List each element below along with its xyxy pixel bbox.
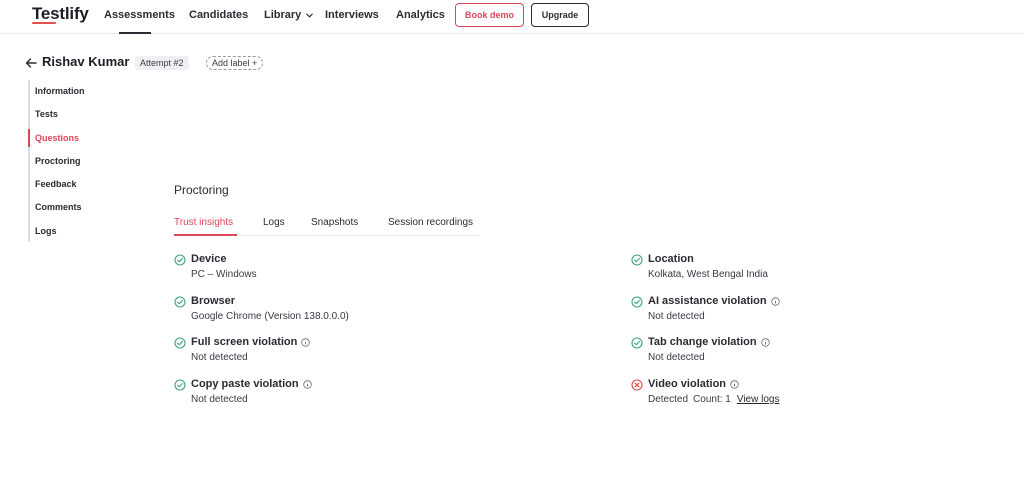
tab-active-indicator xyxy=(174,234,237,236)
logo-underline xyxy=(32,22,56,24)
side-menu-track xyxy=(28,80,30,242)
info-icon[interactable] xyxy=(770,296,780,306)
info-icon[interactable] xyxy=(302,379,312,389)
nav-library[interactable]: Library xyxy=(264,9,314,21)
insight-title-row: Video violation xyxy=(648,378,739,390)
add-label-button[interactable]: Add label + xyxy=(206,56,264,70)
insight-value: Not detected xyxy=(648,311,705,322)
insight-title: AI assistance violation xyxy=(648,295,767,307)
candidate-name: Rishav Kumar xyxy=(42,54,130,69)
violation-count: Count: 1 xyxy=(693,394,731,405)
insight-title-row: AI assistance violation xyxy=(648,295,780,307)
check-circle-icon xyxy=(174,254,186,266)
tab-trust-insights[interactable]: Trust insights xyxy=(174,217,233,228)
tab-snapshots[interactable]: Snapshots xyxy=(311,217,358,228)
insight-title: Tab change violation xyxy=(648,336,757,348)
insight-title-row: Full screen violation xyxy=(191,336,311,348)
tab-session-recordings[interactable]: Session recordings xyxy=(388,217,473,228)
insight-title: Video violation xyxy=(648,378,727,390)
book-demo-button[interactable]: Book demo xyxy=(455,3,524,27)
x-circle-icon xyxy=(631,379,643,391)
insight-value: Not detected xyxy=(191,394,248,405)
check-circle-icon xyxy=(631,296,643,308)
attempt-badge[interactable]: Attempt #2 xyxy=(135,56,189,70)
insight-title: Full screen violation xyxy=(191,336,298,348)
info-icon[interactable] xyxy=(760,337,770,347)
proctoring-title: Proctoring xyxy=(174,183,229,197)
insight-title: Browser xyxy=(191,295,236,307)
insight-title: Location xyxy=(648,253,694,265)
insight-title-row: Tab change violation xyxy=(648,336,770,348)
insight-value: Google Chrome (Version 138.0.0.0) xyxy=(191,311,349,322)
back-arrow-icon[interactable] xyxy=(24,56,38,70)
insight-title: Copy paste violation xyxy=(191,378,299,390)
side-item-logs[interactable]: Logs xyxy=(35,226,57,236)
tab-logs[interactable]: Logs xyxy=(263,217,285,228)
side-item-comments[interactable]: Comments xyxy=(35,202,82,212)
side-menu-active-indicator xyxy=(28,129,30,147)
nav-assessments[interactable]: Assessments xyxy=(104,9,175,21)
insight-value: Detected xyxy=(648,394,689,405)
nav-analytics[interactable]: Analytics xyxy=(396,9,445,21)
view-logs-link[interactable]: View logs xyxy=(737,394,780,405)
insight-title: Device xyxy=(191,253,227,265)
nav-active-indicator xyxy=(119,32,151,34)
info-icon[interactable] xyxy=(730,379,739,389)
nav-library-label: Library xyxy=(264,9,302,21)
side-item-information[interactable]: Information xyxy=(35,86,85,96)
chevron-down-icon xyxy=(306,13,314,18)
check-circle-icon xyxy=(174,379,186,391)
insight-value: PC – Windows xyxy=(191,269,257,280)
check-circle-icon xyxy=(631,254,643,266)
upgrade-button[interactable]: Upgrade xyxy=(531,3,589,27)
app-logo[interactable]: Testlify xyxy=(32,4,89,24)
insight-value: Kolkata, West Bengal India xyxy=(648,269,768,280)
check-circle-icon xyxy=(174,337,186,349)
insight-value: Not detected xyxy=(648,352,705,363)
side-item-tests[interactable]: Tests xyxy=(35,109,58,119)
insight-title-row: Copy paste violation xyxy=(191,378,312,390)
side-item-proctoring[interactable]: Proctoring xyxy=(35,156,81,166)
side-item-questions[interactable]: Questions xyxy=(35,133,79,143)
top-nav: Testlify Assessments Candidates Library … xyxy=(0,0,1024,34)
info-icon[interactable] xyxy=(301,337,311,347)
nav-interviews[interactable]: Interviews xyxy=(325,9,379,21)
check-circle-icon xyxy=(631,337,643,349)
side-item-feedback[interactable]: Feedback xyxy=(35,179,77,189)
nav-candidates[interactable]: Candidates xyxy=(189,9,248,21)
check-circle-icon xyxy=(174,296,186,308)
insight-value: Not detected xyxy=(191,352,248,363)
insight-value-row: Detected Count: 1 View logs xyxy=(648,394,779,405)
